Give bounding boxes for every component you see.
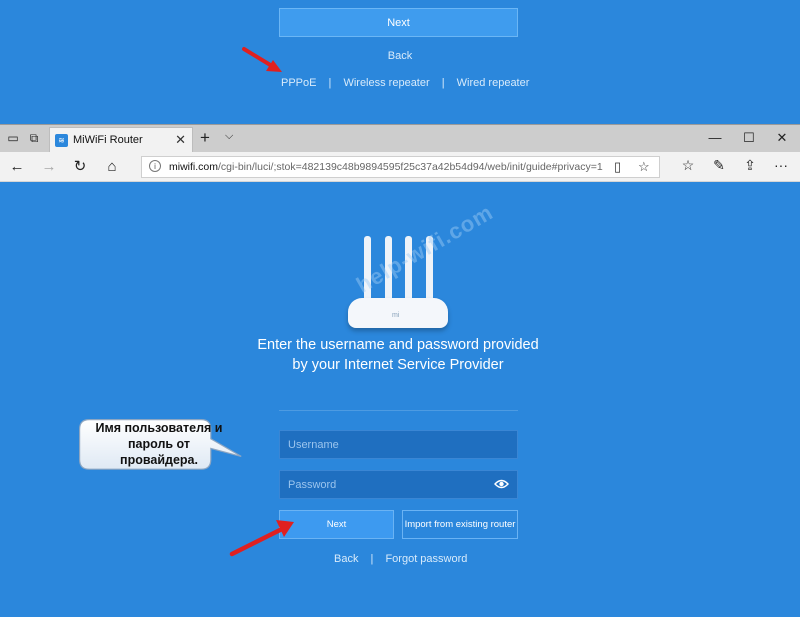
callout-text: Имя пользователя и пароль от провайдера.	[95, 421, 223, 467]
wired-repeater-link[interactable]: Wired repeater	[457, 77, 530, 89]
top-back-link[interactable]: Back	[0, 50, 800, 62]
red-arrow-pppoe	[242, 47, 282, 72]
eye-icon[interactable]	[494, 479, 509, 489]
bottom-links: Back | Forgot password	[334, 553, 467, 565]
back-link[interactable]: Back	[334, 553, 358, 565]
chevron-down-icon[interactable]: ⌵	[225, 130, 233, 143]
link-separator: |	[441, 77, 445, 89]
page-heading: Enter the username and password provided…	[257, 337, 539, 373]
import-router-button[interactable]: Import from existing router	[402, 510, 518, 539]
router-logo: mi	[392, 312, 400, 319]
red-arrow-next	[229, 520, 294, 557]
username-field[interactable]	[279, 430, 518, 459]
star-icon[interactable]: ☆	[638, 159, 650, 175]
refresh-icon[interactable]: ↻	[70, 157, 90, 177]
forgot-password-link[interactable]: Forgot password	[385, 553, 467, 565]
divider	[279, 410, 518, 411]
back-arrow-icon[interactable]: ←	[7, 157, 27, 177]
username-input[interactable]	[280, 431, 517, 458]
reading-view-icon[interactable]: ▯	[614, 159, 621, 175]
close-icon[interactable]: ✕	[175, 132, 186, 148]
url-text[interactable]: miwifi.com/cgi-bin/luci/;stok=482139c48b…	[169, 161, 603, 173]
info-icon[interactable]: i	[149, 160, 161, 172]
tab-title: MiWiFi Router	[73, 134, 143, 146]
miwifi-favicon: ≋	[55, 134, 68, 147]
password-field[interactable]	[279, 470, 518, 499]
address-bar: ← → ↻ ⌂ i miwifi.com/cgi-bin/luci/;stok=…	[0, 152, 800, 182]
top-next-button[interactable]: Next	[279, 8, 518, 37]
url-field[interactable]: i miwifi.com/cgi-bin/luci/;stok=482139c4…	[141, 156, 660, 178]
wireless-repeater-link[interactable]: Wireless repeater	[343, 77, 429, 89]
favorites-icon[interactable]: ☆	[678, 157, 698, 174]
password-input[interactable]	[280, 471, 517, 498]
connection-type-links: PPPoE | Wireless repeater | Wired repeat…	[281, 77, 529, 89]
forward-arrow-icon[interactable]: →	[39, 157, 59, 177]
plus-icon[interactable]: +	[200, 128, 210, 148]
minimize-icon[interactable]: —	[705, 130, 725, 145]
more-icon[interactable]: ···	[771, 157, 791, 173]
tab-miwifi-router[interactable]: ≋ MiWiFi Router ✕	[49, 127, 193, 153]
tab-preview-icon[interactable]: ▭	[6, 131, 20, 145]
share-icon[interactable]: ⇪	[740, 157, 760, 174]
previous-step-fragment: Next Back PPPoE | Wireless repeater | Wi…	[0, 0, 800, 124]
browser-window: ▭ ⧉ ≋ MiWiFi Router ✕ + ⌵ — ☐ ✕ ← → ↻ ⌂ …	[0, 124, 800, 617]
pen-icon[interactable]: ✎	[709, 157, 729, 174]
maximize-icon[interactable]: ☐	[739, 130, 759, 146]
link-separator: |	[328, 77, 332, 89]
pppoe-link[interactable]: PPPoE	[281, 77, 316, 89]
home-icon[interactable]: ⌂	[102, 157, 122, 177]
close-window-icon[interactable]: ✕	[772, 130, 792, 146]
link-separator: |	[370, 553, 374, 565]
tab-bar: ▭ ⧉ ≋ MiWiFi Router ✕ + ⌵ — ☐ ✕	[0, 124, 800, 153]
set-aside-icon[interactable]: ⧉	[27, 131, 41, 145]
